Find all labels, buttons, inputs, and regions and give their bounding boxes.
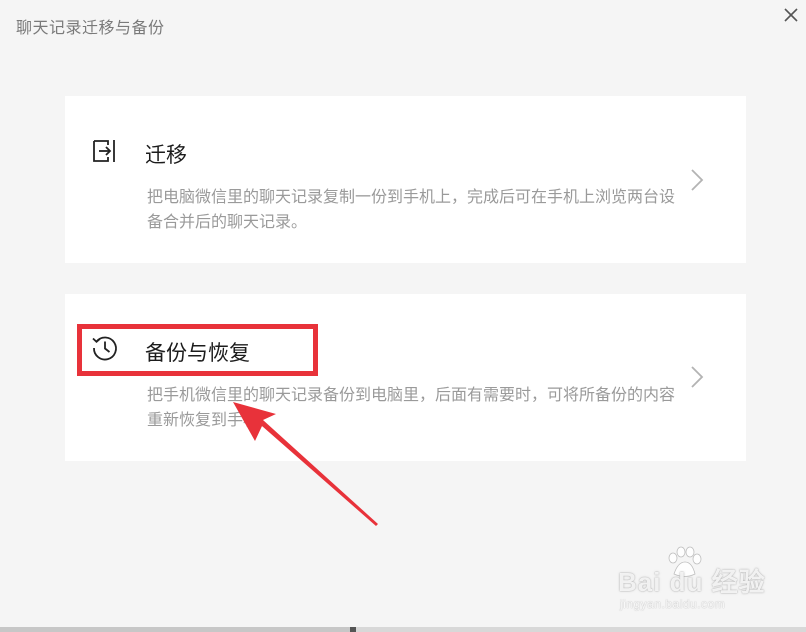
underlying-window-strip xyxy=(0,627,806,632)
underlying-window-segment xyxy=(0,627,356,632)
migrate-description: 把电脑微信里的聊天记录复制一份到手机上，完成后可在手机上浏览两台设备合并后的聊天… xyxy=(147,187,676,231)
backup-restore-title: 备份与恢复 xyxy=(145,341,250,365)
backup-restore-description: 把手机微信里的聊天记录备份到电脑里，后面有需要时，可将所备份的内容重新恢复到手机… xyxy=(147,385,676,429)
underlying-window-divider xyxy=(350,627,356,632)
import-icon xyxy=(93,140,115,162)
chat-migration-backup-window: 聊天记录迁移与备份 迁移 把电脑微信里的聊天记录复制一份到手机上，完成后可在手机… xyxy=(0,0,806,632)
chevron-right-icon xyxy=(691,366,704,388)
migrate-card[interactable]: 迁移 把电脑微信里的聊天记录复制一份到手机上，完成后可在手机上浏览两台设备合并后… xyxy=(65,96,746,263)
chevron-right-icon xyxy=(691,169,704,191)
baidu-jingyan-watermark: Bai du 经验 jingyan.baidu.com xyxy=(618,546,778,616)
history-clock-icon xyxy=(92,336,117,361)
window-title: 聊天记录迁移与备份 xyxy=(16,18,165,37)
migrate-title: 迁移 xyxy=(145,143,187,167)
watermark-url: jingyan.baidu.com xyxy=(620,597,726,611)
paw-logo-icon xyxy=(668,546,702,577)
watermark-brand: Bai du 经验 xyxy=(618,567,766,597)
backup-restore-card[interactable]: 备份与恢复 把手机微信里的聊天记录备份到电脑里，后面有需要时，可将所备份的内容重… xyxy=(65,294,746,461)
close-icon[interactable] xyxy=(782,6,800,24)
